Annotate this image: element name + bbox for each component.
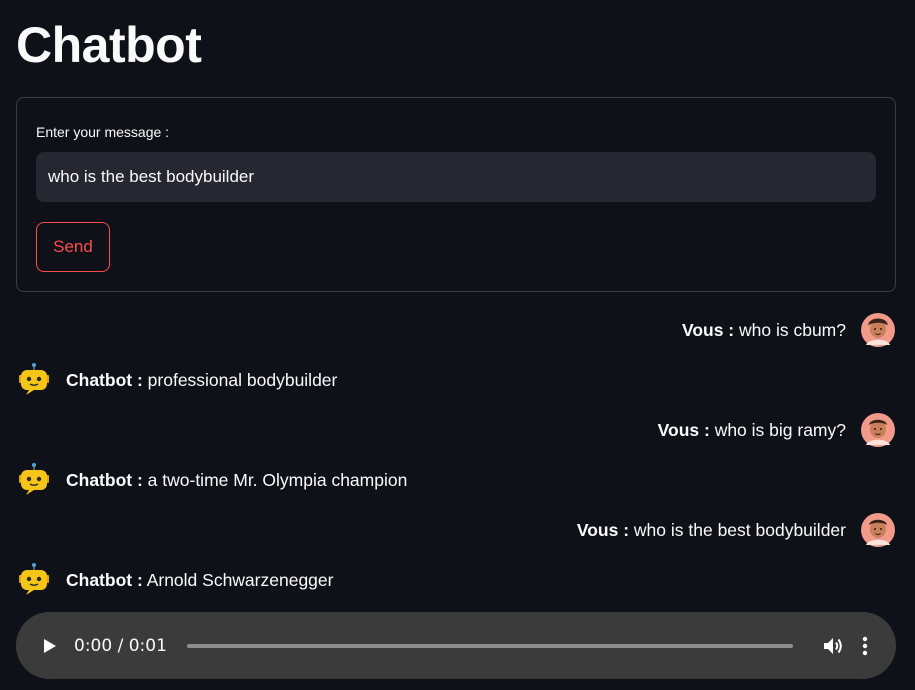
message-text: Chatbot : professional bodybuilder: [66, 370, 337, 391]
audio-progress-bar[interactable]: [186, 643, 793, 648]
message-text: Chatbot : Arnold Schwarzenegger: [66, 570, 333, 591]
chatbot-app: Chatbot Enter your message : Send Vous :…: [0, 0, 915, 690]
user-avatar-icon: [861, 313, 895, 347]
chat-history: Vous : who is cbum? Chatbot: profession…: [16, 305, 896, 605]
robot-avatar-icon: [19, 463, 49, 495]
message-content: Arnold Schwarzenegger: [142, 569, 334, 590]
audio-time: 0:00 / 0:01: [74, 635, 167, 656]
bot-message: Chatbot : Arnold Schwarzenegger: [16, 555, 896, 605]
send-button[interactable]: Send: [36, 222, 110, 272]
user-avatar-icon: [861, 413, 895, 447]
user-message: Vous : who is cbum?: [16, 305, 896, 355]
message-text: Vous : who is big ramy?: [658, 420, 846, 441]
message-input[interactable]: [36, 152, 876, 202]
message-content: a two-time Mr. Olympia champion: [142, 469, 408, 490]
play-icon[interactable]: [42, 637, 58, 655]
speaker-label: Vous :: [576, 519, 630, 540]
speaker-label: Chatbot :: [66, 469, 143, 490]
speaker-label: Vous :: [681, 319, 735, 340]
robot-avatar-icon: [19, 563, 49, 595]
message-form: Enter your message : Send: [16, 97, 896, 292]
more-vertical-icon[interactable]: [861, 635, 869, 657]
volume-icon[interactable]: [821, 634, 845, 658]
speaker-label: Chatbot :: [66, 369, 143, 390]
message-content: who is the best bodybuilder: [629, 519, 846, 540]
bot-message: Chatbot : a two-time Mr. Olympia champio…: [16, 455, 896, 505]
audio-player: 0:00 / 0:01: [16, 612, 896, 679]
message-text: Vous : who is cbum?: [682, 320, 846, 341]
message-input-label: Enter your message :: [36, 124, 170, 140]
message-content: who is cbum?: [734, 319, 846, 340]
user-avatar-icon: [861, 513, 895, 547]
message-text: Vous : who is the best bodybuilder: [577, 520, 846, 541]
message-text: Chatbot : a two-time Mr. Olympia champio…: [66, 470, 407, 491]
robot-avatar-icon: [19, 363, 49, 395]
user-message: Vous : who is the best bodybuilder: [16, 505, 896, 555]
speaker-label: Chatbot :: [66, 569, 143, 590]
speaker-label: Vous :: [657, 419, 710, 440]
message-content: who is big ramy?: [709, 419, 846, 440]
user-message: Vous : who is big ramy?: [16, 405, 896, 455]
page-title: Chatbot: [16, 17, 202, 73]
bot-message: Chatbot : professional bodybuilder: [16, 355, 896, 405]
message-content: professional bodybuilder: [142, 369, 338, 390]
